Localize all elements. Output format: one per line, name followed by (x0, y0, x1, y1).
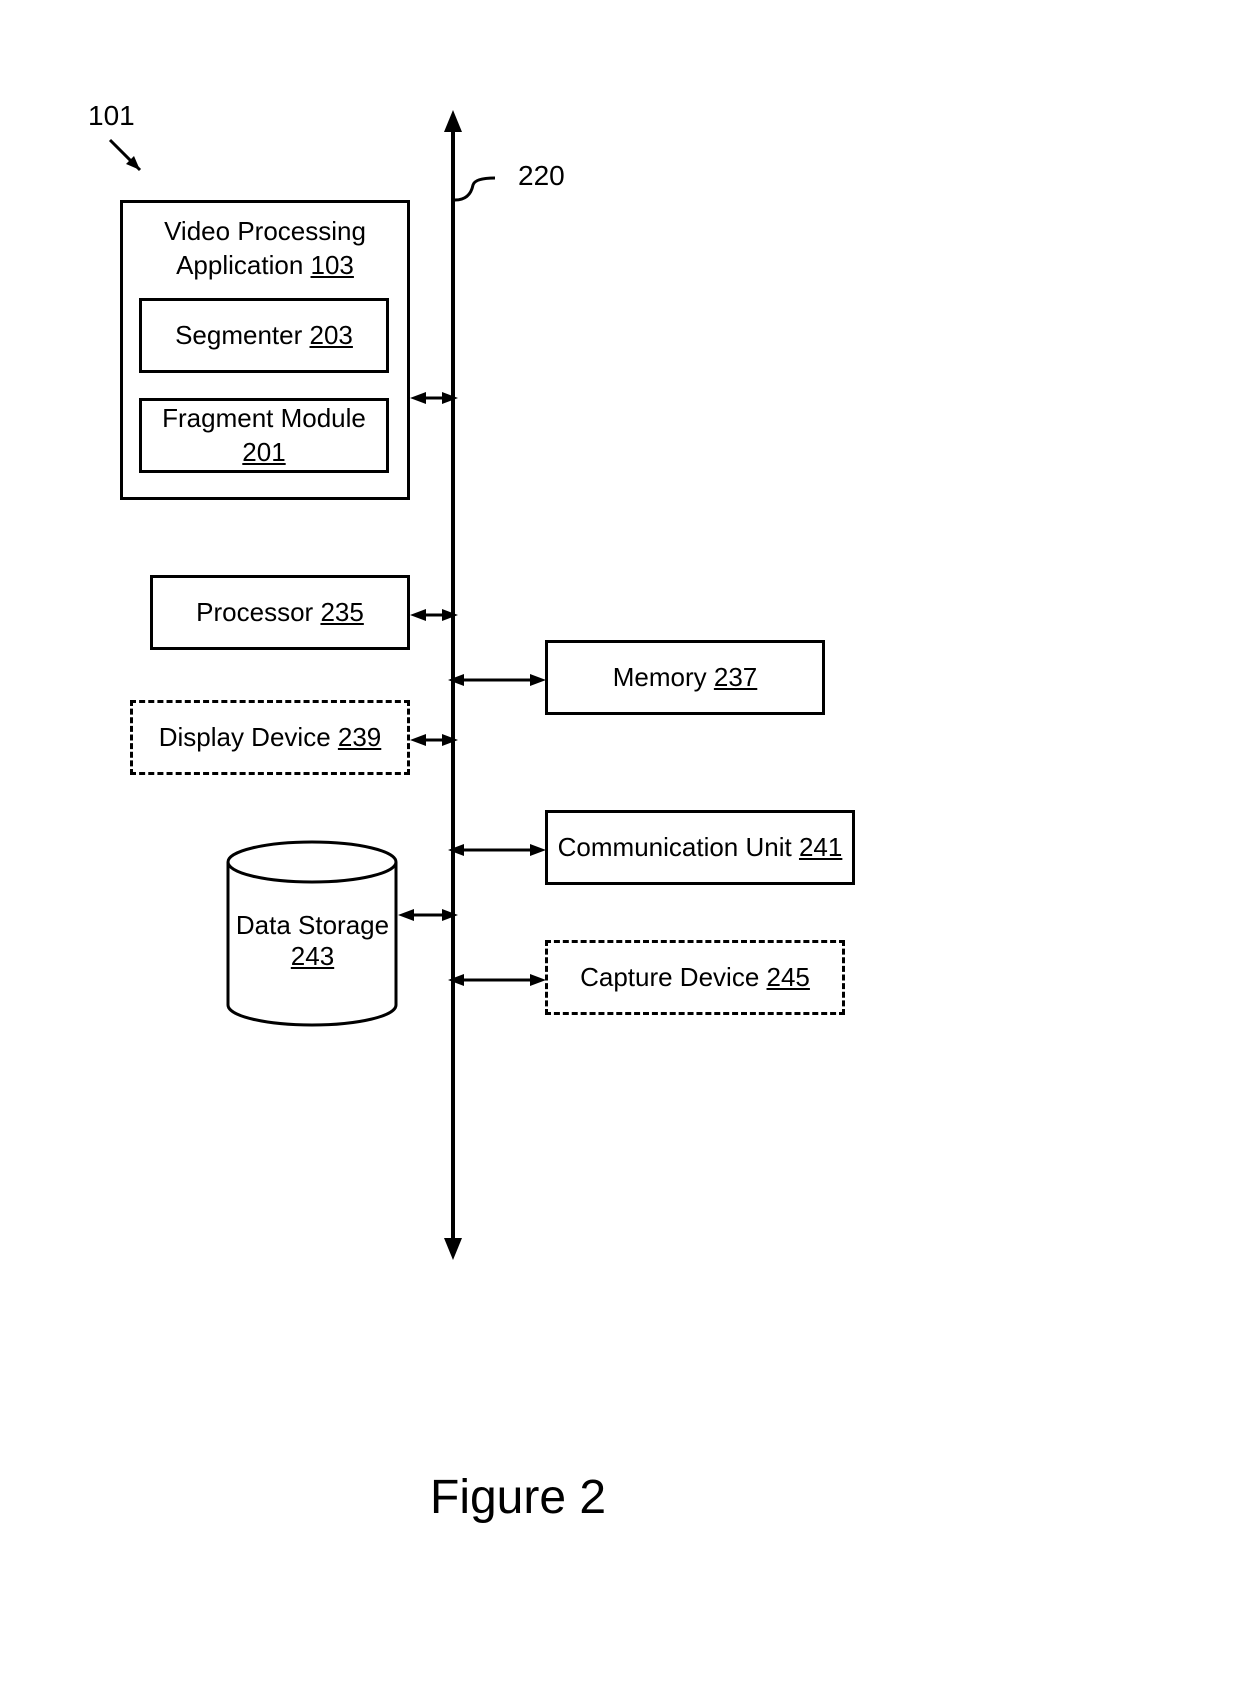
processor-box: Processor 235 (150, 575, 410, 650)
processor-title: Processor (196, 597, 313, 627)
video-processing-app-ref: 103 (311, 250, 354, 280)
processor-ref: 235 (320, 597, 363, 627)
figure-title: Figure 2 (430, 1470, 606, 1525)
video-processing-app-title: Video Processing (164, 216, 366, 246)
arrow-memory-bus (448, 670, 548, 690)
communication-unit-ref: 241 (799, 832, 842, 862)
communication-unit-box: Communication Unit 241 (545, 810, 855, 885)
reference-101: 101 (88, 100, 135, 132)
arrow-101 (100, 130, 160, 190)
memory-ref: 237 (714, 662, 757, 692)
data-storage-label: Data Storage 243 (235, 910, 390, 972)
arrow-display-bus (410, 730, 460, 750)
reference-220: 220 (518, 160, 565, 192)
fragment-module-ref: 201 (242, 437, 285, 467)
display-device-ref: 239 (338, 722, 381, 752)
capture-device-box: Capture Device 245 (545, 940, 845, 1015)
fragment-module-box: Fragment Module 201 (139, 398, 389, 473)
fragment-module-title: Fragment Module (162, 403, 366, 433)
memory-title: Memory (613, 662, 707, 692)
communication-unit-title: Communication Unit (558, 832, 792, 862)
arrow-vpa-bus (410, 388, 460, 408)
segmenter-title: Segmenter (175, 320, 302, 350)
segmenter-box: Segmenter 203 (139, 298, 389, 373)
capture-device-ref: 245 (767, 962, 810, 992)
capture-device-title: Capture Device (580, 962, 759, 992)
arrow-processor-bus (410, 605, 460, 625)
arrow-comm-bus (448, 840, 548, 860)
segmenter-ref: 203 (310, 320, 353, 350)
display-device-title: Display Device (159, 722, 331, 752)
arrow-storage-bus (398, 905, 460, 925)
video-processing-app-box: Video Processing Application 103 Segment… (120, 200, 410, 500)
memory-box: Memory 237 (545, 640, 825, 715)
display-device-box: Display Device 239 (130, 700, 410, 775)
hook-220 (455, 170, 515, 220)
video-processing-app-label-text: Application (176, 250, 310, 280)
arrow-capture-bus (448, 970, 548, 990)
data-storage-ref: 243 (291, 941, 334, 971)
